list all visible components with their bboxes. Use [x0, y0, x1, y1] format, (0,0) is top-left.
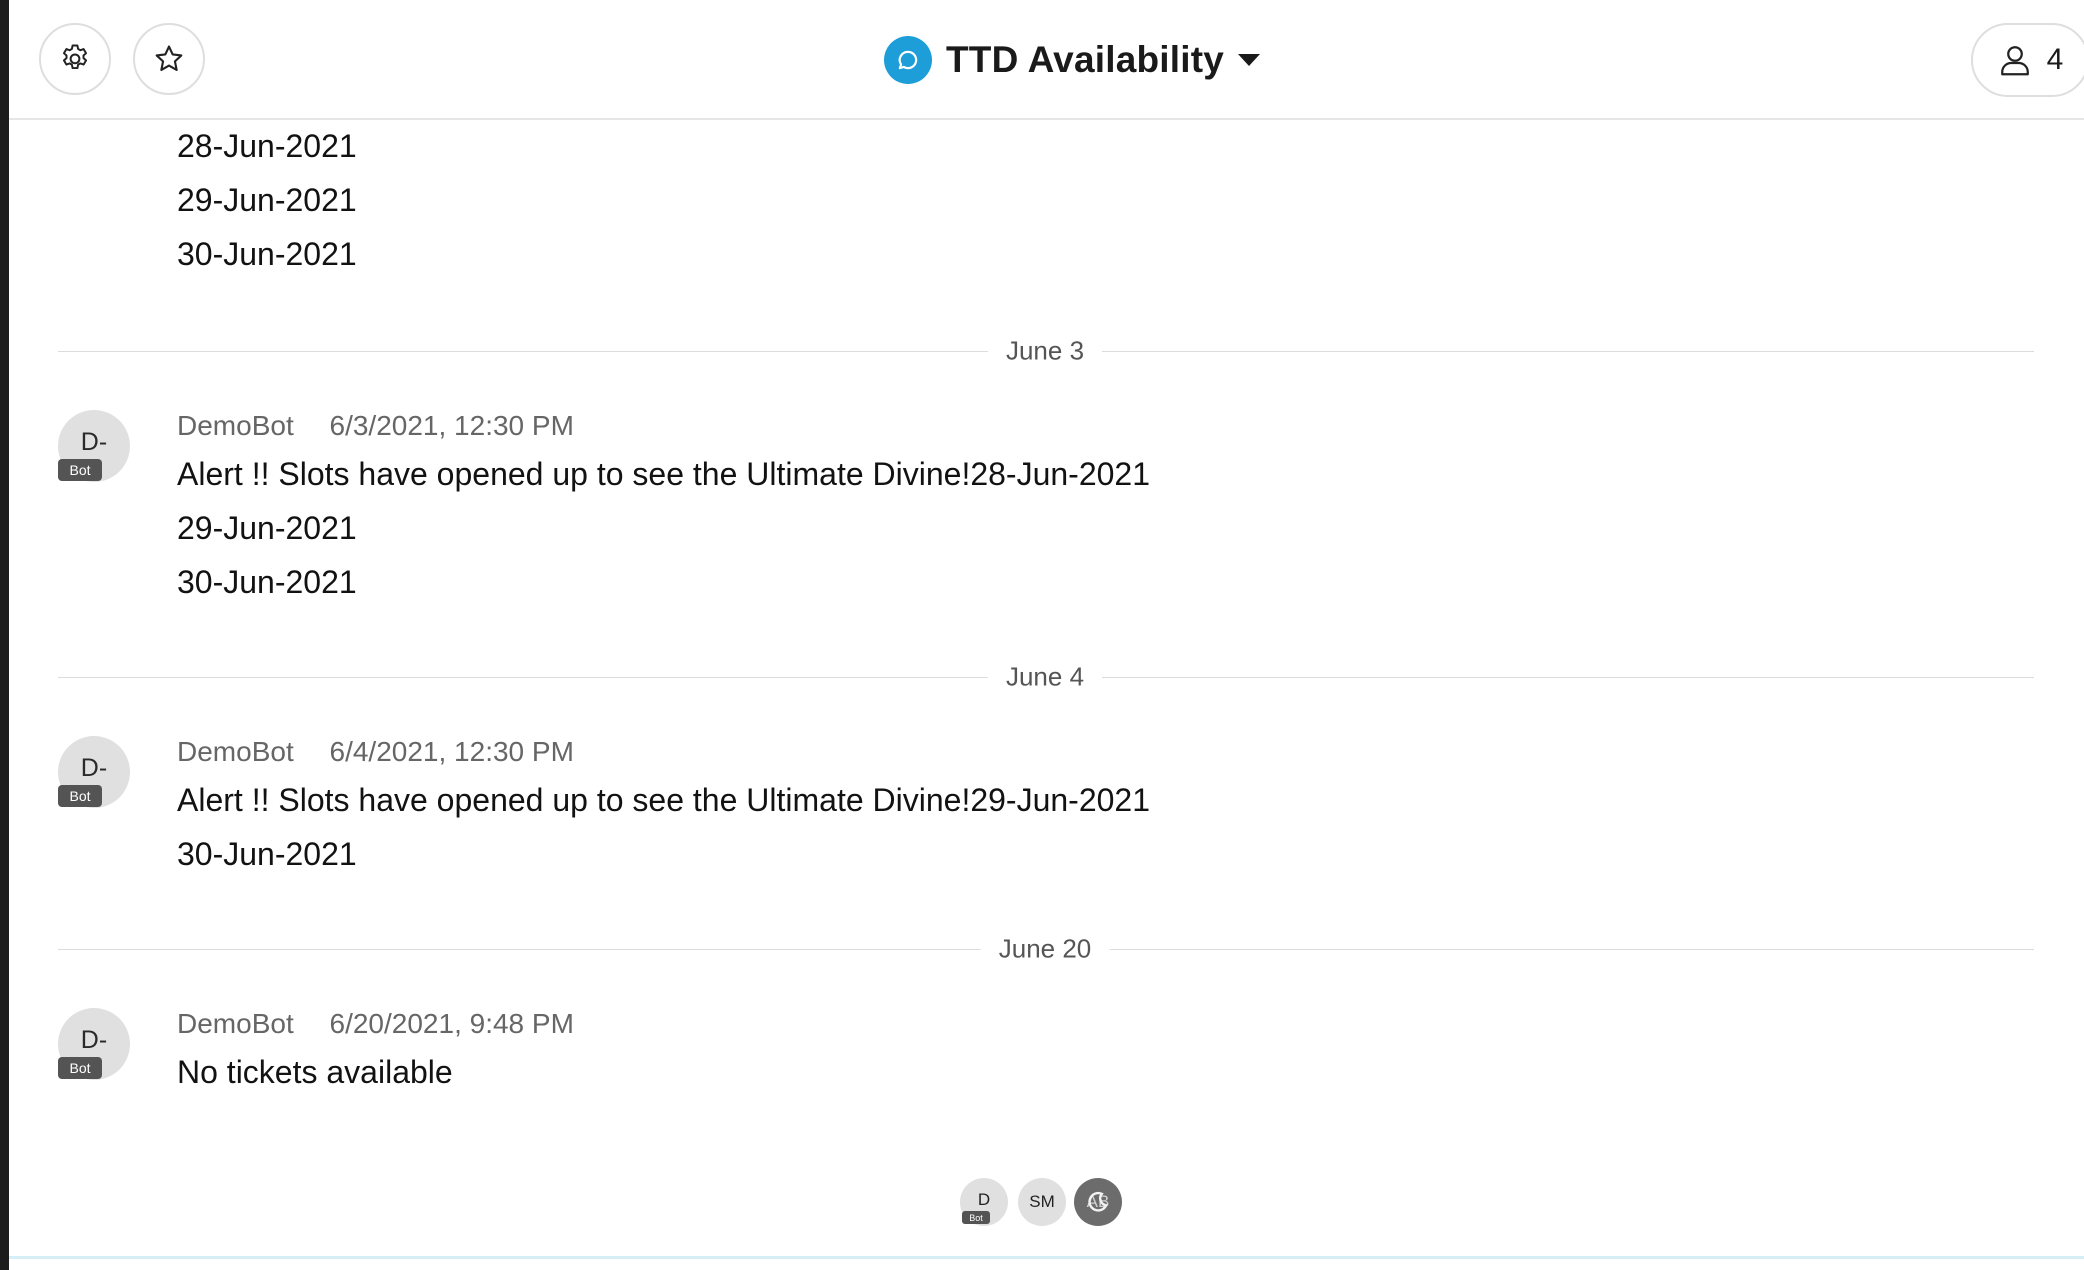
sender-name[interactable]: DemoBot: [177, 1008, 294, 1039]
away-status-icon: [1088, 1191, 1108, 1212]
message-meta: DemoBot 6/3/2021, 12:30 PM: [177, 410, 574, 442]
message-line: 29-Jun-2021: [177, 182, 357, 218]
message-list[interactable]: 28-Jun-2021 29-Jun-2021 30-Jun-2021 June…: [9, 120, 2084, 1260]
message-timestamp: 6/4/2021, 12:30 PM: [329, 736, 574, 767]
read-receipt-avatar[interactable]: SM: [1018, 1178, 1066, 1226]
space-header: TTD Availability 4: [9, 0, 2084, 120]
participants-count: 4: [2046, 43, 2064, 76]
date-divider-label: June 20: [980, 933, 1110, 965]
avatar-initials: SM: [1029, 1192, 1055, 1211]
bot-badge: Bot: [58, 459, 102, 481]
avatar-initials: D-: [80, 1025, 108, 1054]
date-divider-label: June 3: [987, 335, 1103, 367]
message-line: 28-Jun-2021: [177, 128, 357, 164]
read-receipt-avatar[interactable]: AB: [1074, 1178, 1122, 1226]
message-timestamp: 6/3/2021, 12:30 PM: [329, 410, 574, 441]
favorite-button[interactable]: [133, 23, 205, 95]
date-divider-label: June 4: [987, 661, 1103, 693]
bot-badge: Bot: [962, 1211, 990, 1224]
gear-icon: [62, 44, 88, 70]
message-line: No tickets available: [177, 1054, 453, 1090]
message-timestamp: 6/20/2021, 9:48 PM: [329, 1008, 574, 1039]
settings-button[interactable]: [39, 23, 111, 95]
sender-name[interactable]: DemoBot: [177, 736, 294, 767]
message-line: 29-Jun-2021: [177, 510, 357, 546]
message-line: 30-Jun-2021: [177, 836, 357, 872]
window-left-edge: [0, 0, 9, 1270]
bot-badge: Bot: [58, 1057, 102, 1079]
message-line: Alert !! Slots have opened up to see the…: [177, 782, 1151, 818]
person-icon: [2000, 46, 2029, 76]
space-title: TTD Availability: [946, 39, 1225, 80]
avatar-initials: D: [977, 1190, 991, 1209]
participants-button[interactable]: 4: [1971, 23, 2084, 97]
bot-badge: Bot: [58, 785, 102, 807]
chevron-down-icon: [1238, 54, 1261, 66]
app-window: TTD Availability 4 28-Jun-2021 29-Jun-20…: [0, 0, 2084, 1270]
message-line: 30-Jun-2021: [177, 236, 357, 272]
read-receipt-avatar[interactable]: D Bot: [960, 1178, 1008, 1226]
avatar-initials: D-: [80, 427, 108, 456]
chat-bubble-icon: [884, 36, 932, 84]
message-line: Alert !! Slots have opened up to see the…: [177, 456, 1151, 492]
composer-top-border: [9, 1256, 2084, 1259]
message-meta: DemoBot 6/20/2021, 9:48 PM: [177, 1008, 574, 1040]
avatar-initials: D-: [80, 753, 108, 782]
message-line: 30-Jun-2021: [177, 564, 357, 600]
message-meta: DemoBot 6/4/2021, 12:30 PM: [177, 736, 574, 768]
sender-name[interactable]: DemoBot: [177, 410, 294, 441]
space-title-dropdown[interactable]: TTD Availability: [884, 36, 1261, 84]
star-icon: [155, 45, 183, 71]
